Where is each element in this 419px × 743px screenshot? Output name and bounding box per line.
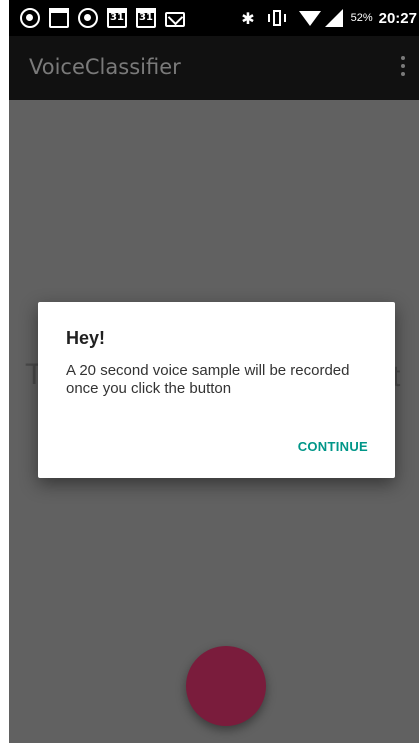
vibrate-icon	[267, 10, 287, 26]
record-app-icon	[20, 8, 40, 28]
app-title: VoiceClassifier	[29, 55, 181, 79]
continue-button[interactable]: CONTINUE	[298, 439, 368, 454]
wifi-icon	[298, 10, 321, 26]
clock: 20:27	[378, 9, 417, 27]
gallery-icon	[49, 8, 69, 28]
dialog-message: A 20 second voice sample will be recorde…	[66, 362, 350, 397]
bluetooth-icon: ✱	[241, 8, 255, 28]
record-button[interactable]	[186, 646, 266, 726]
calendar-icon: 31	[136, 8, 156, 28]
overflow-menu-icon[interactable]	[399, 56, 407, 80]
app-bar: VoiceClassifier	[9, 36, 419, 100]
whatsapp-icon	[78, 8, 98, 28]
signal-icon	[324, 9, 343, 27]
gmail-icon	[165, 11, 185, 27]
system-icons: ✱ 52% 20:27	[241, 6, 419, 30]
battery-level: 52%	[350, 12, 373, 24]
notification-icons: 31 31	[20, 6, 194, 30]
status-bar: 31 31 ✱ 52% 20:27	[9, 0, 419, 36]
calendar-icon: 31	[107, 8, 127, 28]
dialog-title: Hey!	[66, 328, 106, 348]
alert-dialog: Hey! A 20 second voice sample will be re…	[38, 302, 395, 478]
